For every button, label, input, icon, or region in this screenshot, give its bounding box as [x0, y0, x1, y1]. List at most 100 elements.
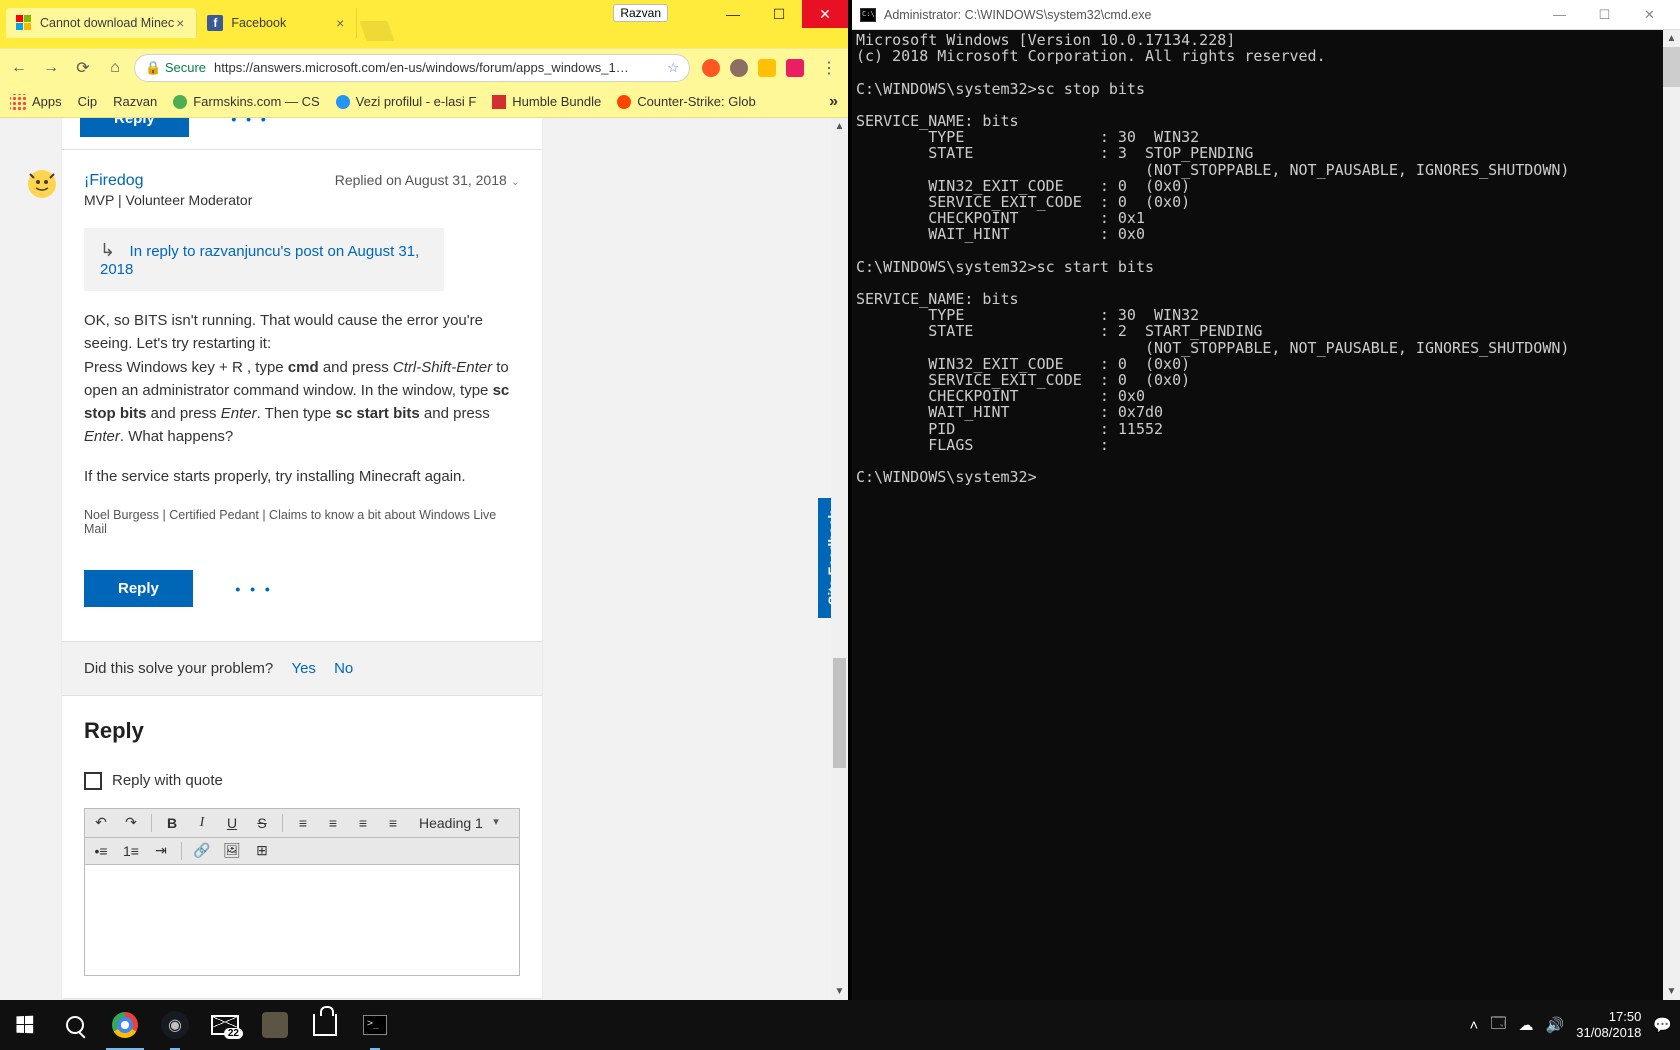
address-row: ← → ⟳ ⌂ 🔒 Secure https://answers.microso… [0, 48, 848, 86]
taskbar-store[interactable] [300, 1000, 350, 1050]
taskbar-gimp[interactable] [250, 1000, 300, 1050]
windows-logo-icon [16, 1016, 34, 1035]
scroll-down-arrow-icon[interactable]: ▼ [831, 983, 848, 1000]
taskbar-clock[interactable]: 17:50 31/08/2018 [1576, 1009, 1641, 1042]
redo-button[interactable]: ↷ [121, 814, 141, 831]
table-button[interactable]: ⊞ [252, 842, 272, 859]
bookmark-item[interactable]: Cip [78, 94, 98, 109]
bullet-list-button[interactable]: •≡ [91, 843, 111, 859]
align-left-button[interactable]: ≡ [293, 815, 313, 831]
forum-post: ¡Firedog MVP | Volunteer Moderator Repli… [62, 149, 542, 641]
new-tab-button[interactable] [360, 21, 395, 41]
bookmark-item[interactable]: Farmskins.com — CS [173, 94, 319, 109]
maximize-button[interactable]: ☐ [1582, 1, 1627, 29]
more-actions-button[interactable]: • • • [231, 118, 268, 127]
editor-textarea[interactable] [85, 865, 519, 975]
notifications-icon[interactable]: 💬 [1653, 1016, 1672, 1034]
editor-toolbar-2: •≡ 1≡ ⇥ 🔗 🖼 ⊞ [85, 838, 519, 865]
number-list-button[interactable]: 1≡ [121, 843, 141, 859]
home-button[interactable]: ⌂ [102, 55, 128, 81]
menu-button[interactable]: ⋮ [816, 55, 842, 81]
chrome-profile-chip[interactable]: Razvan [613, 4, 668, 22]
extension-icon[interactable] [702, 59, 720, 77]
bookmark-item[interactable]: Counter-Strike: Glob [617, 94, 756, 109]
indent-button[interactable]: ⇥ [151, 842, 171, 859]
reply-button[interactable]: Reply [80, 118, 189, 137]
image-button[interactable]: 🖼 [222, 842, 242, 859]
post-body: OK, so BITS isn't running. That would ca… [84, 309, 520, 488]
checkbox[interactable] [84, 772, 102, 790]
solve-question: Did this solve your problem? [84, 660, 273, 677]
forward-button[interactable]: → [38, 55, 64, 81]
align-justify-button[interactable]: ≡ [383, 815, 403, 831]
scroll-thumb[interactable] [833, 658, 846, 768]
scroll-thumb[interactable] [1663, 47, 1680, 87]
solve-yes-link[interactable]: Yes [291, 660, 315, 677]
back-button[interactable]: ← [6, 55, 32, 81]
align-center-button[interactable]: ≡ [323, 815, 343, 831]
maximize-button[interactable]: ☐ [756, 0, 802, 28]
post-date[interactable]: Replied on August 31, 2018⌄ [335, 172, 520, 188]
solve-no-link[interactable]: No [334, 660, 353, 677]
taskbar-cmd[interactable] [350, 1000, 400, 1050]
search-button[interactable] [50, 1000, 100, 1050]
battery-icon[interactable]: 🗔 [1490, 1013, 1506, 1038]
scroll-up-arrow-icon[interactable]: ▲ [1663, 30, 1680, 47]
address-bar[interactable]: 🔒 Secure https://answers.microsoft.com/e… [134, 54, 690, 82]
close-tab-icon[interactable]: × [174, 15, 186, 31]
favicon [173, 95, 187, 109]
cmd-scrollbar[interactable]: ▲ ▼ [1663, 30, 1680, 1000]
tray-overflow-icon[interactable]: ˄ [1470, 1017, 1479, 1034]
gimp-icon [262, 1012, 288, 1038]
scroll-up-arrow-icon[interactable]: ▲ [831, 118, 848, 135]
minimize-button[interactable]: ― [710, 0, 756, 28]
onedrive-icon[interactable]: ☁ [1519, 1016, 1534, 1034]
clock-time: 17:50 [1576, 1009, 1641, 1025]
bookmarks-overflow-button[interactable]: » [829, 93, 838, 111]
more-actions-button[interactable]: • • • [235, 581, 272, 597]
chrome-window: Razvan ― ☐ ✕ Cannot download Minec × f F… [0, 0, 848, 1000]
tab-title: Cannot download Minec [40, 16, 174, 30]
reload-button[interactable]: ⟳ [70, 55, 96, 81]
undo-button[interactable]: ↶ [91, 814, 111, 831]
vertical-scrollbar[interactable]: ▲ ▼ [831, 118, 848, 1000]
heading-select[interactable]: Heading 1 [413, 813, 501, 833]
reply-with-quote-row[interactable]: Reply with quote [84, 772, 520, 790]
italic-button[interactable]: I [192, 815, 212, 831]
link-button[interactable]: 🔗 [192, 842, 212, 859]
forum-card: Reply • • • ¡Firedog MVP | Volunteer Mod… [62, 118, 542, 998]
mail-badge: 22 [224, 1028, 243, 1039]
star-icon[interactable]: ☆ [667, 60, 679, 76]
tab-facebook[interactable]: f Facebook × [197, 8, 357, 38]
close-button[interactable]: ✕ [802, 0, 848, 28]
minimize-button[interactable]: ― [1537, 1, 1582, 29]
close-tab-icon[interactable]: × [334, 15, 346, 31]
bookmark-item[interactable]: Humble Bundle [492, 94, 601, 109]
secure-indicator[interactable]: 🔒 Secure [145, 60, 206, 76]
microsoft-icon [16, 15, 32, 31]
cmd-titlebar[interactable]: Administrator: C:\WINDOWS\system32\cmd.e… [852, 0, 1680, 30]
taskbar-steam[interactable]: ◉ [150, 1000, 200, 1050]
volume-icon[interactable]: 🔊 [1546, 1016, 1565, 1034]
bookmark-item[interactable]: Razvan [113, 94, 157, 109]
extension-icon[interactable] [786, 59, 804, 77]
scroll-down-arrow-icon[interactable]: ▼ [1663, 983, 1680, 1000]
taskbar-mail[interactable]: 22 [200, 1000, 250, 1050]
underline-button[interactable]: U [222, 815, 242, 831]
in-reply-to-link[interactable]: In reply to razvanjuncu's post on August… [100, 243, 419, 278]
extension-icon[interactable] [758, 59, 776, 77]
start-button[interactable] [0, 1000, 50, 1050]
apps-button[interactable]: Apps [10, 94, 62, 110]
taskbar-chrome[interactable] [100, 1000, 150, 1050]
strike-button[interactable]: S [252, 815, 272, 831]
tab-answers[interactable]: Cannot download Minec × [6, 8, 197, 38]
clock-date: 31/08/2018 [1576, 1025, 1641, 1041]
close-button[interactable]: ✕ [1627, 1, 1672, 29]
cmd-output[interactable]: Microsoft Windows [Version 10.0.17134.22… [852, 30, 1680, 487]
bookmark-item[interactable]: Vezi profilul - e-lasi F [336, 94, 477, 109]
bold-button[interactable]: B [162, 815, 182, 831]
align-right-button[interactable]: ≡ [353, 815, 373, 831]
reply-button[interactable]: Reply [84, 570, 193, 607]
reply-section: Reply Reply with quote ↶ ↷ B I U S [62, 695, 542, 998]
extension-icon[interactable] [730, 59, 748, 77]
